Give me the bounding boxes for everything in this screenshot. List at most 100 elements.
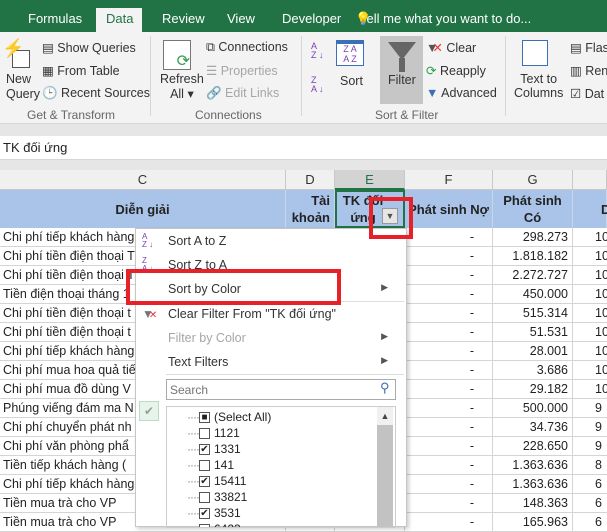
cell-phat-sinh-co[interactable]: 1.818.182: [493, 247, 573, 266]
checkbox[interactable]: [198, 492, 210, 504]
cell-next[interactable]: 6: [573, 494, 607, 513]
cell-phat-sinh-no[interactable]: -: [405, 437, 493, 456]
filter-list-item[interactable]: ···· 141: [187, 458, 234, 472]
cell-phat-sinh-no[interactable]: -: [405, 418, 493, 437]
list-scrollbar[interactable]: ▲: [377, 407, 393, 527]
menu-clear-filter[interactable]: Clear Filter From "TK đối ứng": [168, 307, 336, 321]
cell-next[interactable]: 10: [573, 361, 607, 380]
cell-phat-sinh-no[interactable]: -: [405, 228, 493, 247]
tab-formulas[interactable]: Formulas: [18, 8, 92, 32]
cell-phat-sinh-no[interactable]: -: [405, 323, 493, 342]
cell-phat-sinh-no[interactable]: -: [405, 266, 493, 285]
cell-phat-sinh-no[interactable]: -: [405, 304, 493, 323]
cell-next[interactable]: 6: [573, 513, 607, 532]
cell-next[interactable]: 9: [573, 399, 607, 418]
cell-phat-sinh-co[interactable]: 2.272.727: [493, 266, 573, 285]
advanced-filter-button[interactable]: ▼ Advanced: [426, 86, 497, 100]
cell-next[interactable]: 10: [573, 304, 607, 323]
cell-phat-sinh-no[interactable]: -: [405, 247, 493, 266]
flash-fill-button[interactable]: ▤ Flas: [570, 40, 607, 55]
checkbox[interactable]: ✔: [198, 508, 210, 520]
cell-next[interactable]: 8: [573, 456, 607, 475]
filter-button[interactable]: Filter: [380, 36, 423, 104]
cell-phat-sinh-no[interactable]: -: [405, 380, 493, 399]
cell-next[interactable]: 10: [573, 266, 607, 285]
edit-links-button[interactable]: 🔗 Edit Links: [206, 86, 279, 101]
column-header-h[interactable]: [573, 170, 607, 190]
cell-next[interactable]: 6: [573, 475, 607, 494]
cell-phat-sinh-co[interactable]: 1.363.636: [493, 456, 573, 475]
checkbox[interactable]: [198, 524, 210, 527]
column-header-g[interactable]: G: [493, 170, 573, 190]
sort-az-icon[interactable]: AZ ↓: [311, 42, 324, 60]
column-header-d[interactable]: D: [286, 170, 335, 190]
cell-next[interactable]: 10: [573, 285, 607, 304]
cell-next[interactable]: 9: [573, 418, 607, 437]
cell-phat-sinh-no[interactable]: -: [405, 399, 493, 418]
cell-next[interactable]: 10: [573, 247, 607, 266]
tell-me-search[interactable]: 💡 Tell me what you want to do...: [305, 8, 541, 32]
menu-text-filters[interactable]: Text Filters ▶: [168, 355, 398, 369]
cell-phat-sinh-co[interactable]: 515.314: [493, 304, 573, 323]
cell-phat-sinh-no[interactable]: -: [405, 456, 493, 475]
cell-phat-sinh-co[interactable]: 450.000: [493, 285, 573, 304]
cell-phat-sinh-co[interactable]: 28.001: [493, 342, 573, 361]
cell-phat-sinh-co[interactable]: 228.650: [493, 437, 573, 456]
cell-phat-sinh-co[interactable]: 1.363.636: [493, 475, 573, 494]
scrollbar-thumb[interactable]: [377, 425, 393, 527]
cell-phat-sinh-co[interactable]: 29.182: [493, 380, 573, 399]
cell-phat-sinh-co[interactable]: 34.736: [493, 418, 573, 437]
tab-view[interactable]: View: [217, 8, 265, 32]
cell-phat-sinh-co[interactable]: 500.000: [493, 399, 573, 418]
menu-filter-by-color[interactable]: Filter by Color ▶: [168, 331, 398, 345]
checkbox[interactable]: ■: [198, 412, 210, 424]
tab-data[interactable]: Data: [96, 8, 142, 32]
cell-phat-sinh-co[interactable]: 298.273: [493, 228, 573, 247]
text-to-columns-button[interactable]: Text to Columns: [514, 72, 563, 100]
column-header-e[interactable]: E: [335, 170, 405, 190]
cell-next[interactable]: 10: [573, 380, 607, 399]
filter-list-item[interactable]: ····6423: [187, 522, 241, 527]
menu-sort-a-to-z[interactable]: Sort A to Z: [168, 234, 226, 248]
checkbox[interactable]: [198, 460, 210, 472]
cell-phat-sinh-no[interactable]: -: [405, 494, 493, 513]
tab-review[interactable]: Review: [152, 8, 215, 32]
cell-phat-sinh-co[interactable]: 3.686: [493, 361, 573, 380]
sort-za-icon[interactable]: ZA ↓: [311, 76, 324, 94]
from-table-button[interactable]: ▦ From Table: [42, 63, 120, 78]
cell-phat-sinh-no[interactable]: -: [405, 342, 493, 361]
checkbox[interactable]: [198, 428, 210, 440]
cell-next[interactable]: 9: [573, 437, 607, 456]
cell-phat-sinh-no[interactable]: -: [405, 361, 493, 380]
cell-next[interactable]: 10: [573, 323, 607, 342]
remove-duplicates-button[interactable]: ▥ Ren: [570, 63, 607, 78]
filter-search-input[interactable]: [166, 379, 396, 400]
show-queries-button[interactable]: ▤ Show Queries: [42, 40, 136, 55]
filter-list-item[interactable]: ···· ■ (Select All): [187, 410, 271, 424]
cell-phat-sinh-co[interactable]: 51.531: [493, 323, 573, 342]
reapply-button[interactable]: ⟳ Reapply: [426, 63, 486, 78]
filter-list-item[interactable]: ····✔ 3531: [187, 506, 241, 520]
properties-button[interactable]: ☰ Properties: [206, 63, 278, 78]
cell-phat-sinh-no[interactable]: -: [405, 475, 493, 494]
checkbox[interactable]: ✔: [198, 476, 210, 488]
cell-phat-sinh-no[interactable]: -: [405, 513, 493, 532]
cell-phat-sinh-no[interactable]: -: [405, 285, 493, 304]
column-header-f[interactable]: F: [405, 170, 493, 190]
filter-list-item[interactable]: ···· 1121: [187, 426, 240, 440]
cell-next[interactable]: 10: [573, 228, 607, 247]
filter-list-item[interactable]: ···· 33821: [187, 490, 247, 504]
scroll-up-icon[interactable]: ▲: [377, 407, 393, 425]
cell-phat-sinh-co[interactable]: 165.963: [493, 513, 573, 532]
cell-next[interactable]: 10: [573, 342, 607, 361]
cell-phat-sinh-co[interactable]: 148.363: [493, 494, 573, 513]
recent-sources-button[interactable]: 🕒 Recent Sources: [42, 86, 150, 101]
filter-list-item[interactable]: ····✔ 15411: [187, 474, 246, 488]
connections-button[interactable]: ⧉ Connections: [206, 40, 288, 55]
column-header-c[interactable]: C: [0, 170, 286, 190]
filter-list-item[interactable]: ····✔ 1331: [187, 442, 241, 456]
data-validation-button[interactable]: ☑ Dat: [570, 86, 604, 101]
sort-button[interactable]: Sort: [340, 74, 363, 88]
checkbox[interactable]: ✔: [198, 444, 210, 456]
formula-bar[interactable]: TK đối ứng: [0, 136, 607, 160]
